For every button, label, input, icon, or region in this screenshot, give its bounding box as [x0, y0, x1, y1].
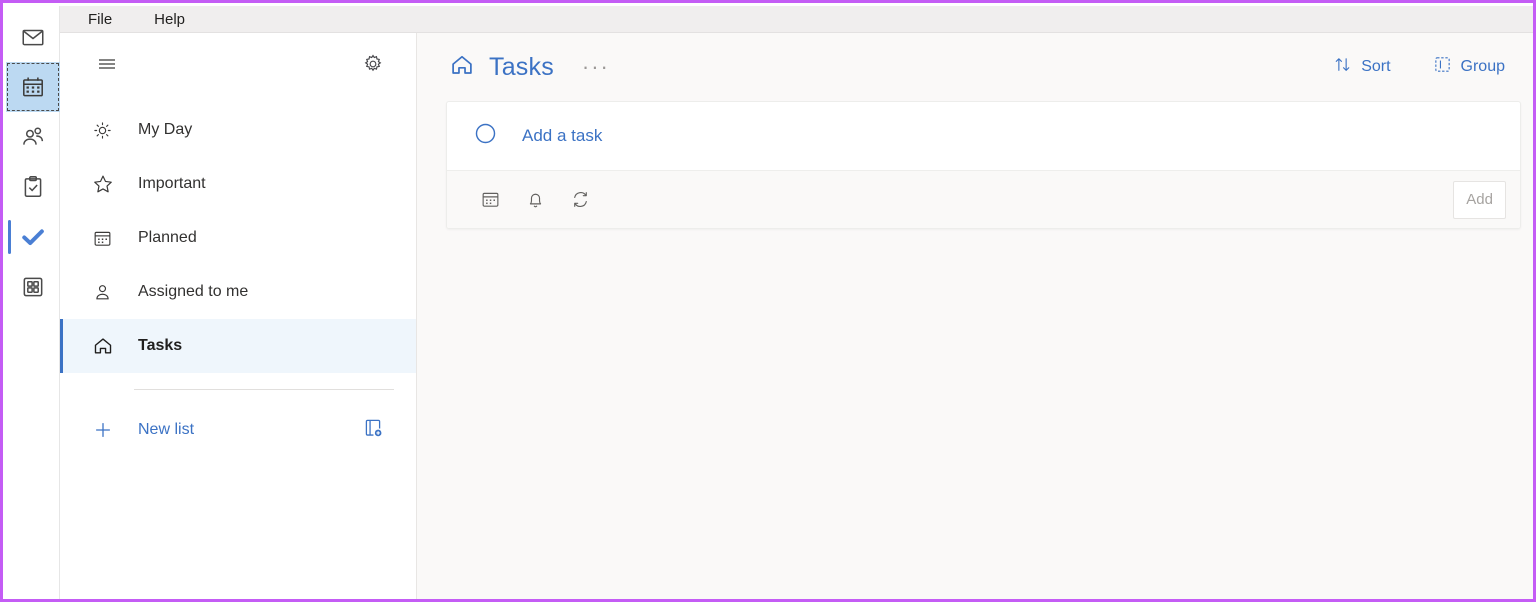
repeat-icon[interactable] — [561, 181, 599, 219]
sidebar-item-label: My Day — [138, 121, 193, 138]
sun-icon — [92, 120, 118, 141]
person-icon — [92, 282, 118, 303]
sidebar: My Day Important Planned Assigned to me … — [60, 33, 417, 599]
list-options-button[interactable]: ··· — [576, 56, 616, 78]
sidebar-nav: My Day Important Planned Assigned to me … — [60, 99, 416, 373]
add-task-input[interactable]: Add a task — [522, 126, 602, 146]
plus-icon — [92, 419, 118, 441]
people-icon — [20, 124, 46, 150]
group-label: Group — [1460, 58, 1505, 75]
due-date-icon[interactable] — [471, 181, 509, 219]
new-group-button[interactable] — [358, 415, 388, 445]
sidebar-item-assigned-to-me[interactable]: Assigned to me — [60, 265, 416, 319]
task-meta-row: Add — [447, 170, 1520, 228]
rail-item-calendar[interactable] — [6, 62, 60, 112]
checkmark-icon — [19, 223, 47, 251]
hamburger-menu-button[interactable] — [92, 51, 122, 81]
main-content: Tasks ··· Sort Group Add a task Add — [417, 33, 1533, 599]
hamburger-menu-icon — [95, 52, 119, 81]
menu-item-file[interactable]: File — [78, 9, 122, 30]
page-title: Tasks — [489, 52, 554, 81]
app-window: File Help My Day Important Planned Assig… — [0, 0, 1536, 602]
sidebar-item-label: Tasks — [138, 337, 183, 354]
menu-item-help[interactable]: Help — [144, 9, 195, 30]
settings-button[interactable] — [358, 51, 388, 81]
add-task-button[interactable]: Add — [1453, 180, 1506, 219]
new-list-row[interactable]: New list — [60, 402, 416, 458]
rail-item-people[interactable] — [6, 112, 60, 162]
rail-item-to-do[interactable] — [6, 212, 60, 262]
group-button[interactable]: Group — [1433, 55, 1505, 79]
clipboard-check-icon — [20, 174, 46, 200]
home-icon — [92, 335, 118, 357]
group-box-icon — [1433, 55, 1452, 79]
apps-grid-icon — [20, 274, 46, 300]
home-icon — [449, 52, 475, 83]
new-group-icon — [362, 417, 384, 444]
sidebar-item-planned[interactable]: Planned — [60, 211, 416, 265]
calendar-icon — [20, 74, 46, 100]
sidebar-item-label: Planned — [138, 229, 197, 246]
rail-item-mail[interactable] — [6, 12, 60, 62]
sidebar-item-label: Important — [138, 175, 206, 192]
sort-button[interactable]: Sort — [1333, 55, 1391, 79]
page-title-group: Tasks ··· — [449, 52, 616, 83]
content-header: Tasks ··· Sort Group — [417, 33, 1533, 101]
rail-item-tasks-board[interactable] — [6, 162, 60, 212]
new-list-label: New list — [138, 421, 195, 438]
sidebar-item-my-day[interactable]: My Day — [60, 103, 416, 157]
star-icon — [92, 173, 118, 195]
sidebar-item-important[interactable]: Important — [60, 157, 416, 211]
sort-arrows-icon — [1333, 55, 1352, 79]
header-actions: Sort Group — [1291, 55, 1505, 79]
calendar-icon — [92, 228, 118, 249]
circle-icon[interactable] — [474, 122, 497, 150]
sort-label: Sort — [1361, 58, 1391, 75]
mail-icon — [20, 24, 46, 50]
reminder-bell-icon[interactable] — [516, 181, 554, 219]
rail-item-more-apps[interactable] — [6, 262, 60, 312]
gear-icon — [362, 53, 384, 80]
sidebar-item-label: Assigned to me — [138, 283, 249, 300]
add-task-card: Add a task Add — [446, 101, 1521, 229]
sidebar-item-tasks[interactable]: Tasks — [60, 319, 416, 373]
app-rail — [6, 6, 60, 599]
menubar: File Help — [60, 6, 1533, 33]
sidebar-divider — [134, 389, 394, 390]
add-task-row[interactable]: Add a task — [447, 102, 1520, 170]
sidebar-header — [60, 33, 416, 99]
